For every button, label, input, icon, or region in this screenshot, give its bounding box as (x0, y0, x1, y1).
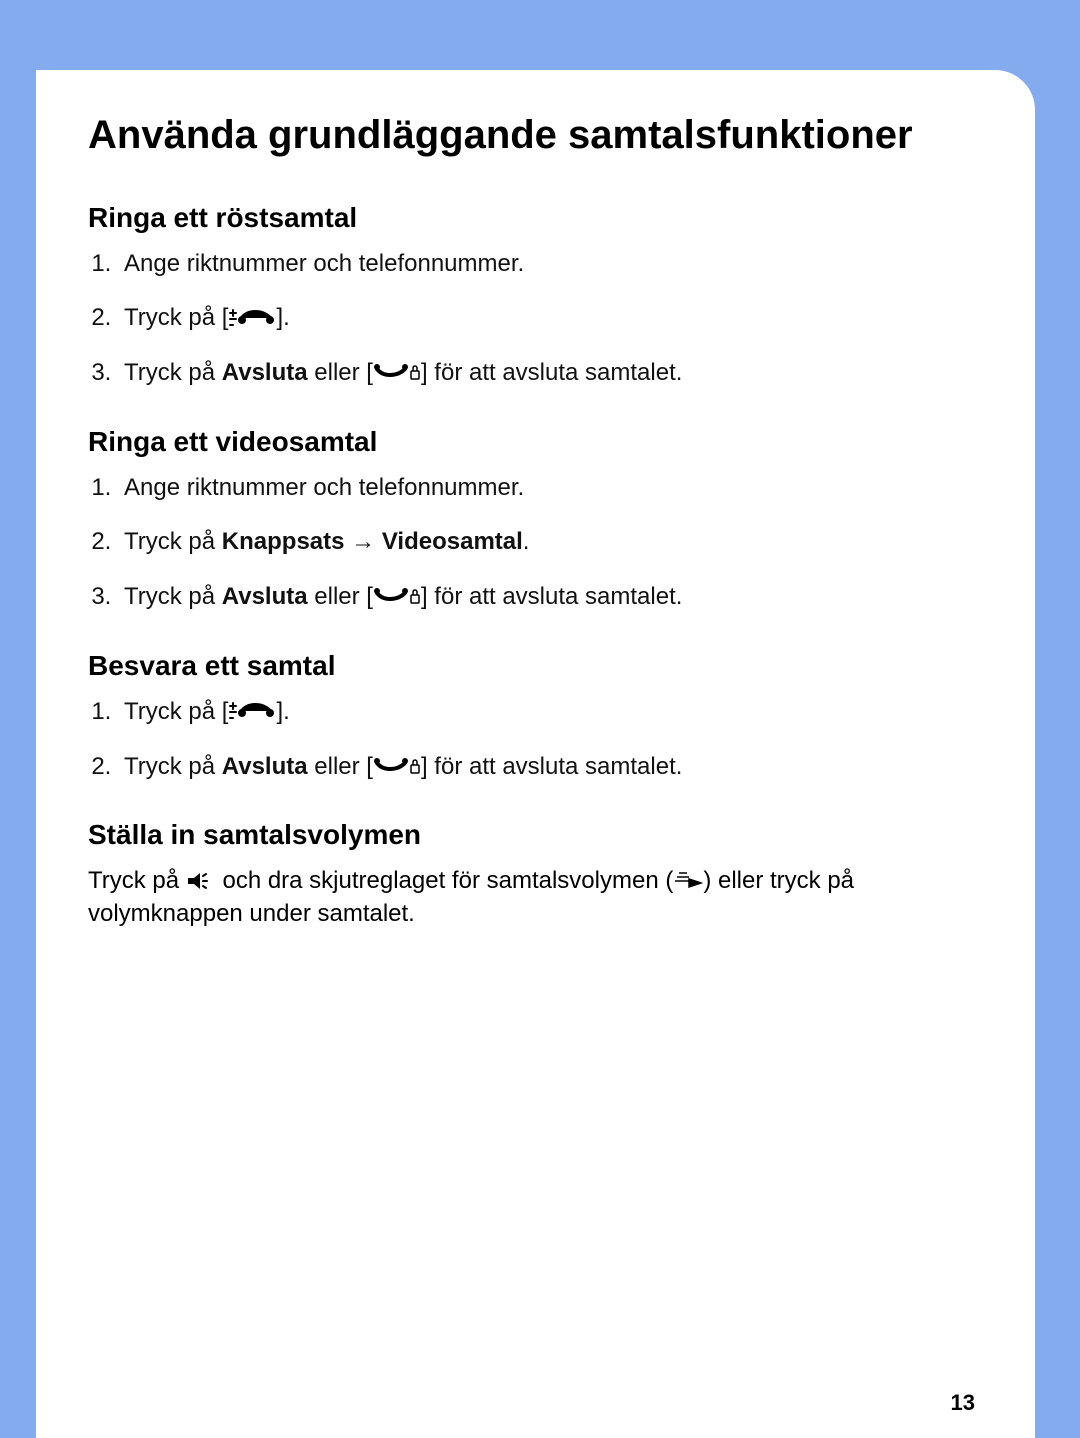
volume-paragraph: Tryck på och dra skjutreglaget för samta… (88, 865, 965, 930)
text: Tryck på (124, 753, 222, 780)
text: ] för att avsluta samtalet. (421, 359, 682, 386)
text-bold: Avsluta (222, 359, 308, 386)
answer-step-2: Tryck på Avsluta eller [ ] för att avslut… (118, 751, 965, 784)
text: Tryck på (124, 528, 222, 555)
text: ]. (276, 304, 289, 331)
text: eller [ (308, 359, 373, 386)
video-step-2: Tryck på Knappsats → Videosamtal. (118, 526, 965, 558)
heading-volume: Ställa in samtalsvolymen (88, 819, 965, 851)
text-bold: Knappsats (222, 528, 345, 555)
text: och dra skjutreglaget för samtalsvolymen… (216, 867, 674, 894)
video-step-3: Tryck på Avsluta eller [ ] för att avslut… (118, 581, 965, 614)
text: ] för att avsluta samtalet. (421, 583, 682, 610)
steps-video-call: Ange riktnummer och telefonnummer. Tryck… (88, 472, 965, 614)
volume-slider-icon (673, 864, 703, 896)
call-send-icon (228, 301, 276, 333)
text-bold: Avsluta (222, 583, 308, 610)
text-bold: Videosamtal (382, 528, 523, 555)
text: Tryck på [ (124, 698, 228, 725)
page-title: Använda grundläggande samtalsfunktioner (88, 110, 965, 160)
text: Tryck på (88, 867, 186, 894)
answer-step-1: Tryck på []. (118, 696, 965, 729)
voice-step-2: Tryck på []. (118, 302, 965, 335)
page-content: Använda grundläggande samtalsfunktioner … (36, 70, 1035, 1438)
heading-voice-call: Ringa ett röstsamtal (88, 202, 965, 234)
page-border: Använda grundläggande samtalsfunktioner … (0, 0, 1080, 1438)
voice-step-3: Tryck på Avsluta eller [ ] för att avslut… (118, 357, 965, 390)
speaker-icon (186, 864, 216, 896)
text: Tryck på [ (124, 304, 228, 331)
end-call-lock-icon (373, 749, 421, 781)
text: ]. (276, 698, 289, 725)
text: . (523, 528, 530, 555)
end-call-lock-icon (373, 579, 421, 611)
call-send-icon (228, 694, 276, 726)
heading-answer-call: Besvara ett samtal (88, 650, 965, 682)
arrow-text: → (345, 528, 382, 555)
text: eller [ (308, 583, 373, 610)
text: ] för att avsluta samtalet. (421, 753, 682, 780)
voice-step-1: Ange riktnummer och telefonnummer. (118, 248, 965, 280)
video-step-1: Ange riktnummer och telefonnummer. (118, 472, 965, 504)
text: Tryck på (124, 359, 222, 386)
steps-voice-call: Ange riktnummer och telefonnummer. Tryck… (88, 248, 965, 390)
page-number: 13 (951, 1390, 975, 1416)
steps-answer-call: Tryck på []. Tryck på Avsluta eller [ ] f… (88, 696, 965, 784)
text: eller [ (308, 753, 373, 780)
end-call-lock-icon (373, 356, 421, 388)
text: Tryck på (124, 583, 222, 610)
text-bold: Avsluta (222, 753, 308, 780)
heading-video-call: Ringa ett videosamtal (88, 426, 965, 458)
